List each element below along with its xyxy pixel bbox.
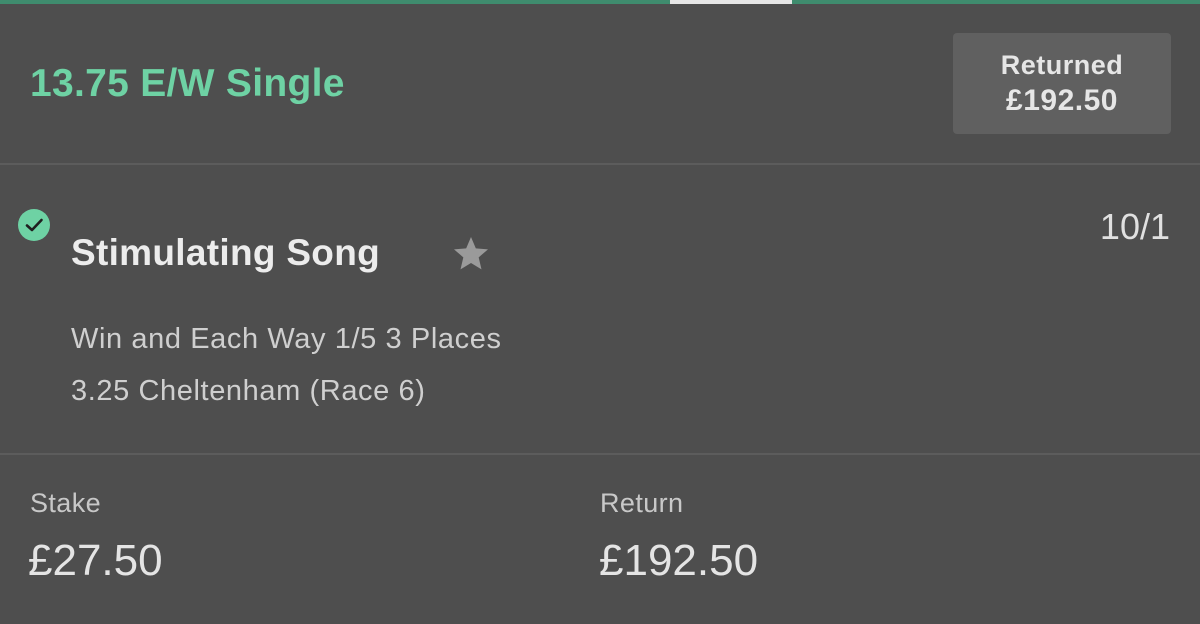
returned-badge: Returned £192.50	[953, 33, 1171, 134]
event-description: 3.25 Cheltenham (Race 6)	[71, 375, 426, 407]
returned-label: Returned	[1000, 50, 1124, 80]
returned-value: £192.50	[1006, 84, 1118, 117]
return-label: Return	[600, 488, 684, 518]
star-icon[interactable]	[451, 234, 491, 274]
bet-header: 13.75 E/W Single Returned £192.50	[0, 4, 1200, 164]
stake-label: Stake	[30, 488, 102, 518]
market-description: Win and Each Way 1/5 3 Places	[71, 323, 502, 355]
check-circle-icon	[18, 209, 50, 241]
bet-title: 13.75 E/W Single	[30, 62, 345, 105]
bet-history-card: 13.75 E/W Single Returned £192.50 Stimul…	[0, 0, 1200, 624]
stake-value: £27.50	[28, 536, 163, 585]
return-value: £192.50	[599, 536, 759, 585]
odds-value: 10/1	[1099, 206, 1170, 247]
selection-divider	[0, 453, 1200, 455]
header-divider	[0, 163, 1200, 165]
selection-name: Stimulating Song	[71, 232, 381, 273]
